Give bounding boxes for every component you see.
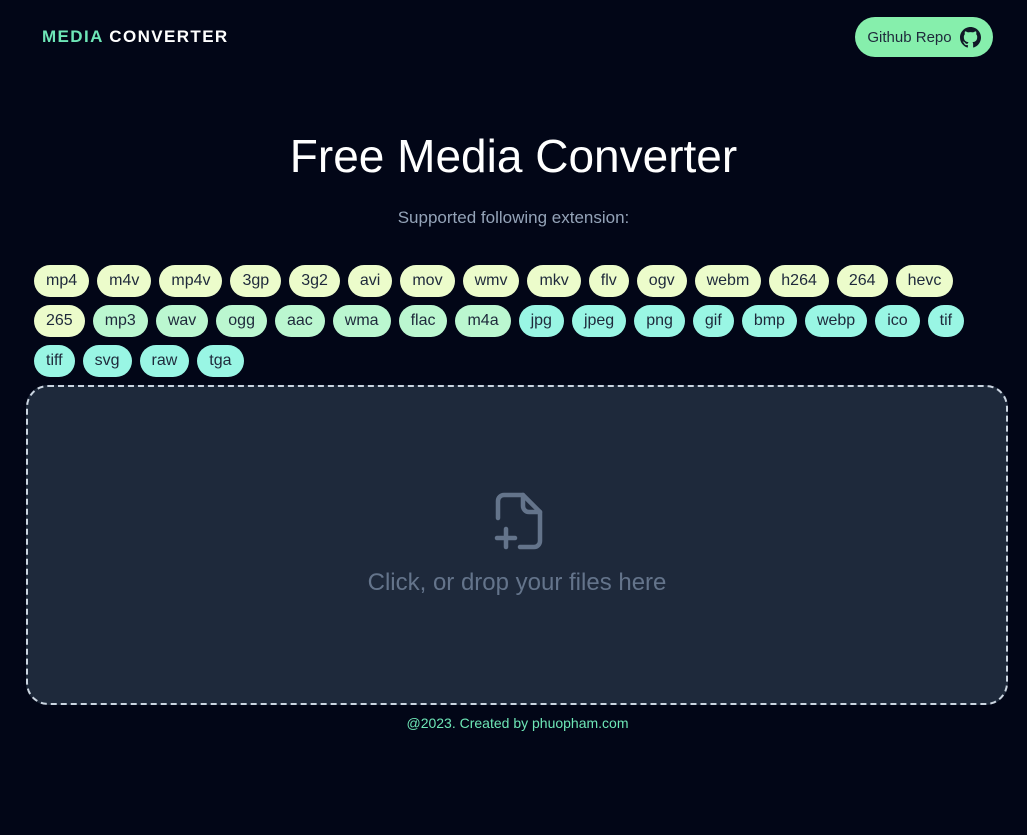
extension-tag-wma: wma — [332, 305, 391, 337]
extension-tag-svg: svg — [82, 345, 132, 377]
extension-tag-tga: tga — [197, 345, 244, 377]
extension-tag-mp4: mp4 — [34, 265, 90, 297]
github-repo-label: Github Repo — [867, 28, 952, 46]
file-plus-icon — [494, 492, 543, 550]
extension-tag-m4a: m4a — [455, 305, 511, 337]
extension-tag-3g2: 3g2 — [289, 265, 340, 297]
extension-tag-mp3: mp3 — [92, 305, 148, 337]
page: MEDIA CONVERTER Github Repo Free Media C… — [0, 0, 1027, 835]
page-title: Free Media Converter — [289, 130, 738, 182]
github-icon — [959, 26, 981, 47]
extension-tag-avi: avi — [347, 265, 393, 297]
logo-accent-text: MEDIA — [42, 27, 104, 46]
footer-credit[interactable]: @2023. Created by phuopham.com — [0, 714, 1027, 732]
extension-tag-raw: raw — [139, 345, 190, 377]
page-subtitle: Supported following extension: — [397, 208, 630, 227]
extension-tag-tif: tif — [927, 305, 965, 337]
extension-tag-jpeg: jpeg — [571, 305, 627, 337]
extension-tag-3gp: 3gp — [230, 265, 282, 297]
app-logo[interactable]: MEDIA CONVERTER — [42, 27, 229, 47]
extension-tag-265: 265 — [34, 305, 85, 337]
github-repo-button[interactable]: Github Repo — [855, 17, 993, 57]
extension-tag-mov: mov — [400, 265, 455, 297]
extension-tag-webp: webp — [804, 305, 868, 337]
extension-tag-gif: gif — [692, 305, 734, 337]
logo-text: CONVERTER — [109, 27, 229, 46]
extension-tag-ogv: ogv — [636, 265, 687, 297]
extension-tag-264: 264 — [836, 265, 888, 297]
extension-tag-h264: h264 — [769, 265, 829, 297]
extension-tag-ogg: ogg — [216, 305, 267, 337]
extension-tag-wav: wav — [155, 305, 209, 337]
extension-tag-list: mp4 m4v mp4v 3gp 3g2 avi mov wmv mkv flv ogv webm h2… — [34, 265, 1004, 377]
extension-tag-webm: webm — [694, 265, 762, 297]
extension-tag-flv: flv — [588, 265, 629, 297]
extension-tag-mp4v: mp4v — [159, 265, 223, 297]
dropzone-text: Click, or drop your files here — [367, 569, 667, 596]
extension-tag-bmp: bmp — [741, 305, 797, 337]
extension-tag-ico: ico — [875, 305, 920, 337]
extension-tag-png: png — [634, 305, 685, 337]
extension-tag-m4v: m4v — [97, 265, 152, 297]
extension-tag-jpg: jpg — [518, 305, 564, 337]
file-dropzone[interactable]: Click, or drop your files here — [26, 385, 1008, 705]
extension-tag-tiff: tiff — [34, 345, 75, 377]
extension-tag-mkv: mkv — [527, 265, 581, 297]
extension-tag-aac: aac — [274, 305, 325, 337]
extension-tag-hevc: hevc — [895, 265, 954, 297]
extension-tag-flac: flac — [398, 305, 448, 337]
extension-tag-wmv: wmv — [462, 265, 520, 297]
